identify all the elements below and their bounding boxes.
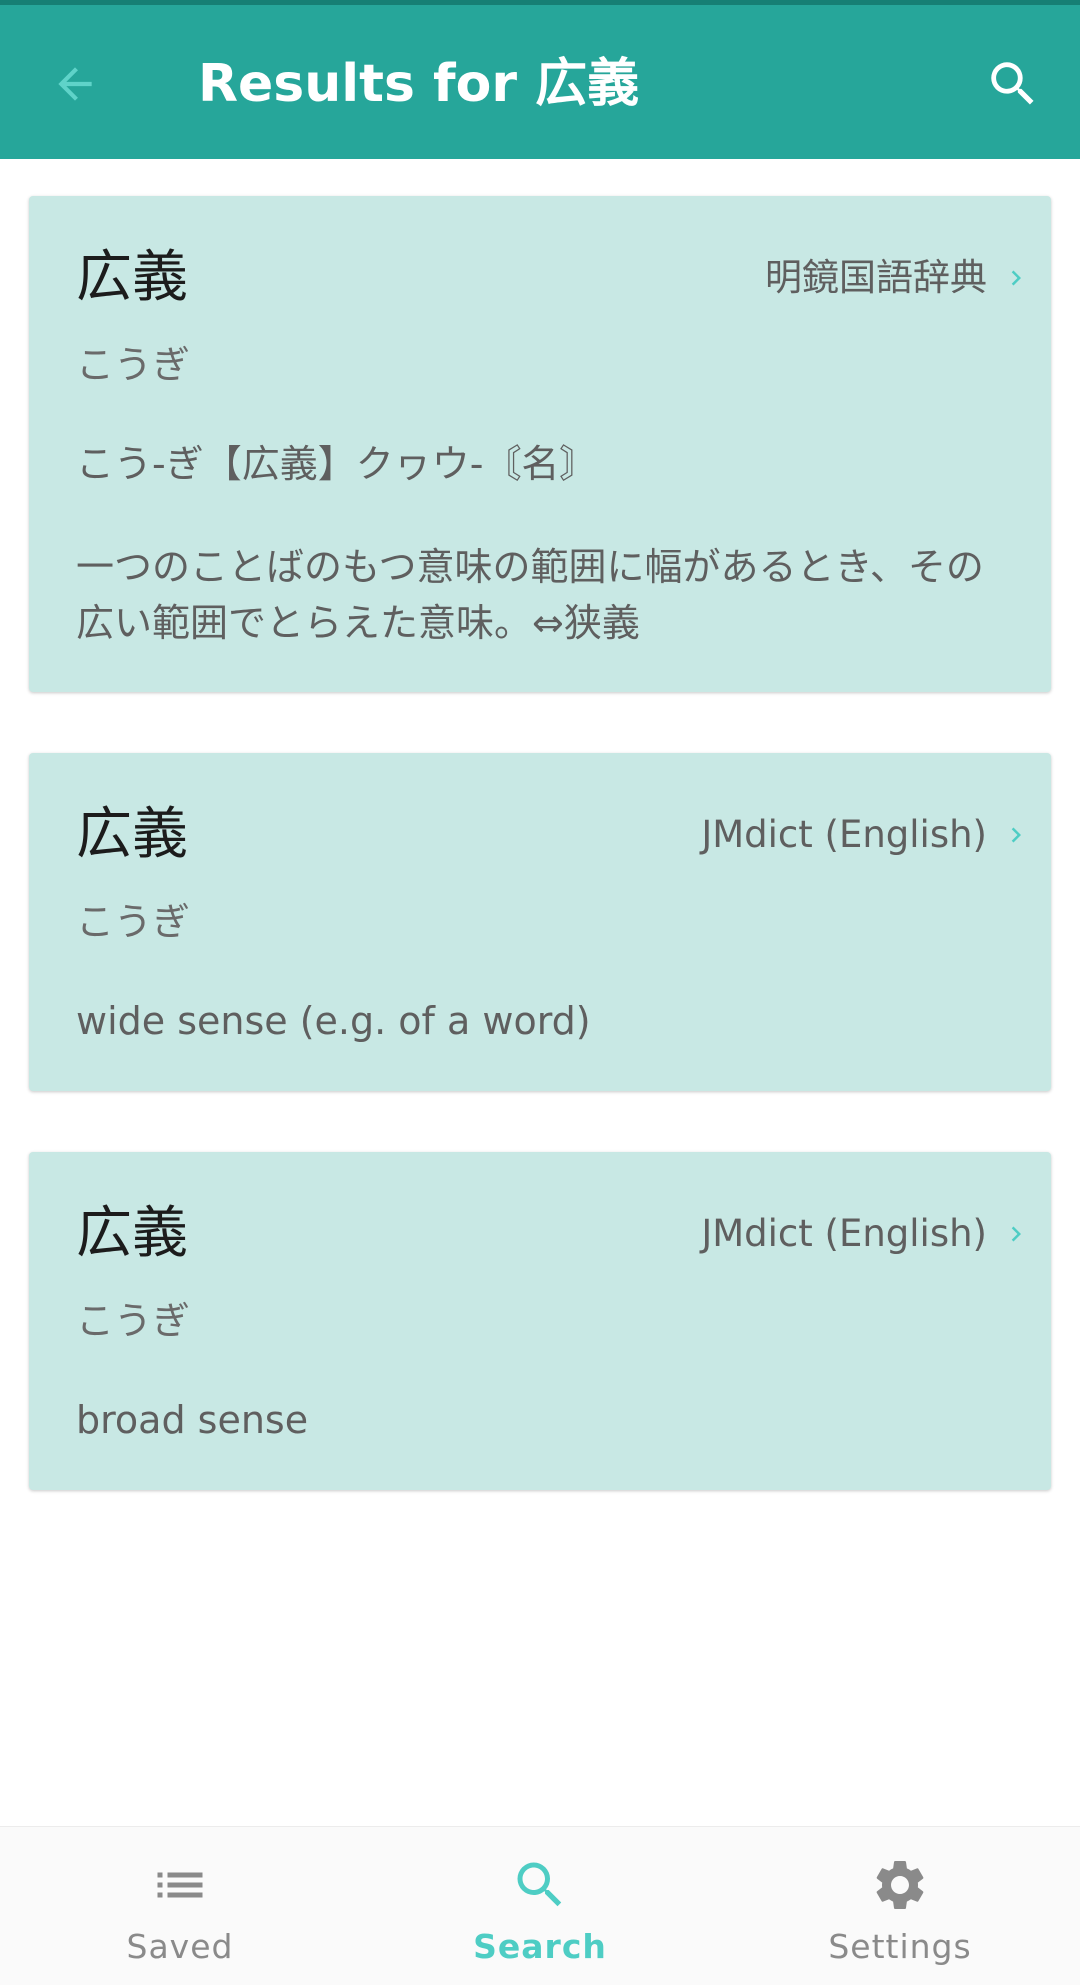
bottom-navigation: Saved Search Settings [0,1826,1080,1985]
arrow-back-icon [58,67,92,101]
dictionary-source: JMdict (English) [701,1210,1021,1258]
list-icon [157,1872,203,1898]
headword: 広義 [76,1201,188,1266]
definition-text: broad sense [76,1398,309,1442]
reading: こうぎ [76,900,191,944]
definition-text: 一つのことばのもつ意味の範囲に幅があるとき、その広い範囲でとらえた意味。⇔狭義 [76,545,984,645]
gear-icon [876,1861,924,1909]
definition-header: こう‐ぎ【広義】クヮウ‐〘名〙 [76,442,598,486]
chevron-right-icon [1011,827,1021,843]
chevron-right-icon [1011,1226,1021,1242]
result-card[interactable]: 広義 明鏡国語辞典 こうぎ こう‐ぎ【広義】クヮウ‐〘名〙 一つのことばのもつ意… [29,196,1051,692]
dictionary-source-label: JMdict (English) [701,1212,987,1255]
headword: 広義 [76,245,188,310]
back-button[interactable] [40,49,110,119]
search-button[interactable] [976,49,1050,119]
app-bar: Results for 広義 [0,5,1080,159]
nav-item-search[interactable]: Search [360,1827,720,1985]
nav-item-saved[interactable]: Saved [0,1827,360,1985]
definition-text: wide sense (e.g. of a word) [76,999,591,1043]
reading: こうぎ [76,1299,191,1343]
page-title: Results for 広義 [198,54,640,114]
search-icon [517,1862,562,1907]
dictionary-source-label: JMdict (English) [701,813,987,856]
result-card[interactable]: 広義 JMdict (English) こうぎ wide sense (e.g.… [29,753,1051,1091]
nav-item-settings[interactable]: Settings [720,1827,1080,1985]
reading: こうぎ [76,343,191,387]
nav-label-saved: Saved [126,1927,234,1966]
search-icon [991,62,1034,105]
headword: 広義 [76,802,188,867]
dictionary-source: JMdict (English) [701,811,1021,859]
nav-label-search: Search [473,1927,607,1966]
dictionary-source: 明鏡国語辞典 [765,254,1021,302]
chevron-right-icon [1011,270,1021,286]
dictionary-source-label: 明鏡国語辞典 [765,256,987,299]
nav-label-settings: Settings [828,1927,972,1966]
result-card[interactable]: 広義 JMdict (English) こうぎ broad sense [29,1152,1051,1490]
